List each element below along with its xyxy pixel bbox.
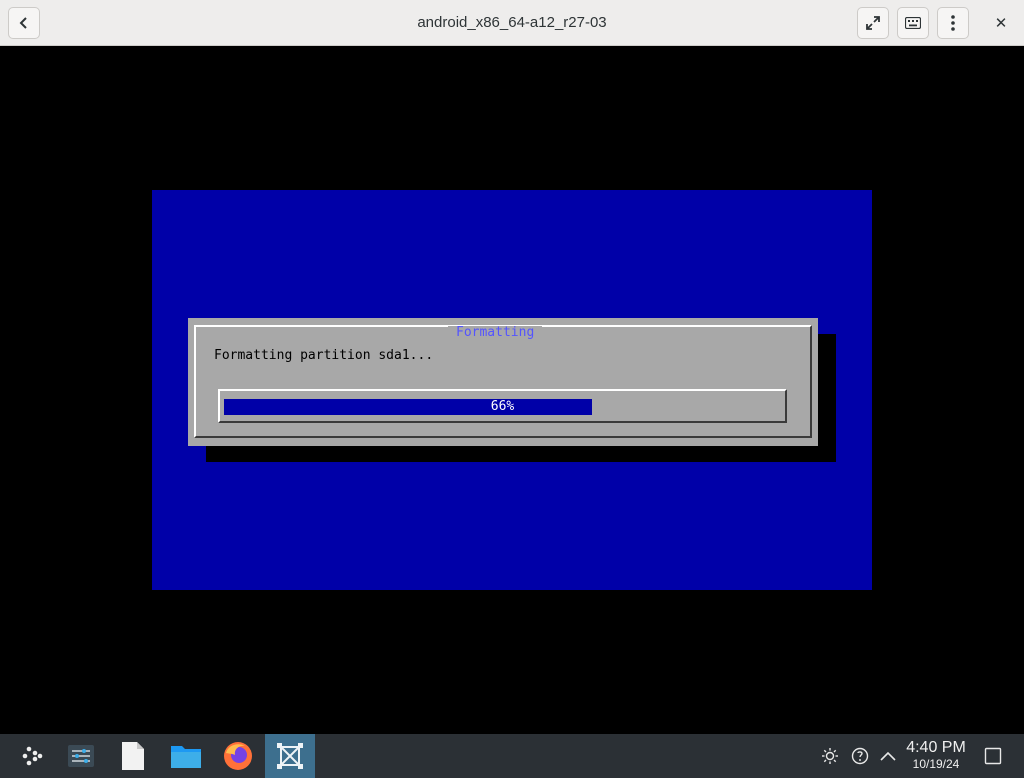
virtual-machine-button[interactable] [265,734,315,778]
show-desktop-button[interactable] [982,745,1004,767]
window-title: android_x86_64-a12_r27-03 [417,14,607,31]
virtual-machine-icon [277,743,303,769]
app-launcher-icon [22,746,43,766]
system-settings-icon [68,745,94,767]
progress-label: 66% [490,399,515,414]
taskbar: 4:40 PM 10/19/24 [0,734,1024,778]
network-button[interactable] [849,745,871,767]
show-hidden-icons-button[interactable] [877,745,899,767]
formatting-dialog: Formatting [188,318,818,446]
show-hidden-icon [880,751,896,761]
text-file-icon [122,742,144,770]
close-button[interactable]: ✕ [986,7,1016,39]
keyboard-button[interactable] [897,7,929,39]
menu-button[interactable] [937,7,969,39]
back-button[interactable] [8,7,40,39]
keyboard-icon [905,17,921,29]
brightness-button[interactable] [819,745,841,767]
desktop-icon [984,747,1002,765]
back-icon [19,17,27,29]
dialog-message: Formatting partition sda1... [214,348,434,363]
kebab-menu-icon [951,15,955,31]
vm-display[interactable]: Formatting Formatting partition sda1... … [0,46,1024,734]
dialog-title: Formatting [448,326,543,340]
brightness-icon [822,748,838,764]
folder-button[interactable] [161,734,211,778]
network-icon [851,747,869,765]
fullscreen-button[interactable] [857,7,889,39]
folder-icon [171,746,201,768]
window-titlebar: android_x86_64-a12_r27-03 ✕ [0,0,1024,46]
system-settings-button[interactable] [56,734,106,778]
progress-bar: 66% [218,389,787,423]
firefox-button[interactable] [213,734,263,778]
clock-time: 4:40 PM [906,739,966,756]
clock[interactable]: 4:40 PM 10/19/24 [898,739,974,771]
close-icon: ✕ [994,14,1008,32]
clock-date: 10/19/24 [912,757,960,771]
firefox-icon [224,742,252,770]
app-launcher-button[interactable] [8,734,58,778]
text-file-button[interactable] [108,734,158,778]
fullscreen-icon [866,16,880,30]
